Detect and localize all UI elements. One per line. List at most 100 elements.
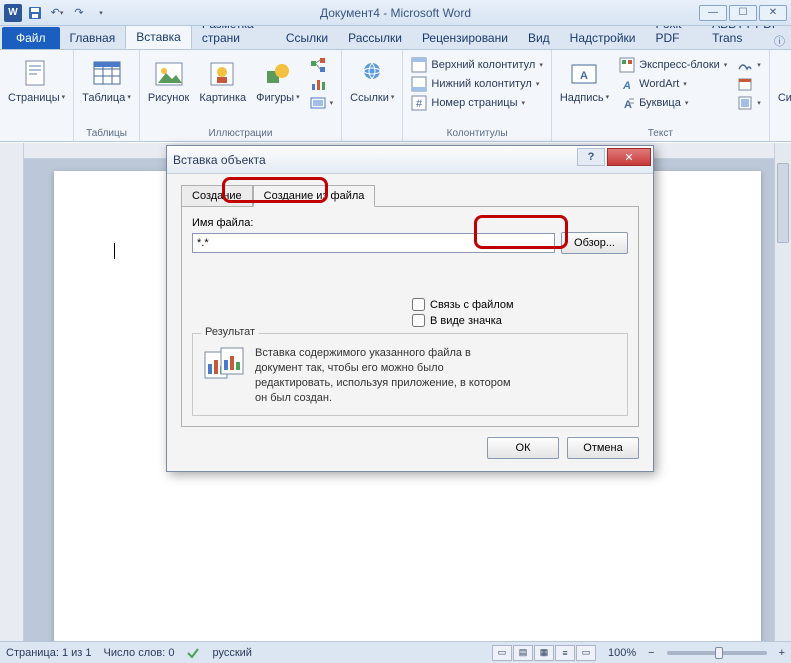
minimize-button[interactable]: — xyxy=(699,5,727,21)
tab-review[interactable]: Рецензировани xyxy=(412,27,518,49)
title-bar: W ↶▾ ↷ ▾ Документ4 - Microsoft Word — ☐ … xyxy=(0,0,791,26)
link-checkbox-input[interactable] xyxy=(412,298,425,311)
tab-insert[interactable]: Вставка xyxy=(125,25,192,49)
zoom-out-button[interactable]: − xyxy=(648,647,654,659)
vertical-scrollbar[interactable] xyxy=(774,143,791,641)
textbox-label: Надпись xyxy=(560,92,604,104)
browse-button[interactable]: Обзор... xyxy=(561,232,628,254)
dialog-close-button[interactable]: ✕ xyxy=(607,148,651,166)
symbols-button[interactable]: Ω Символы▾ xyxy=(776,56,791,106)
svg-text:A: A xyxy=(581,70,589,82)
dialog-help-button[interactable]: ? xyxy=(577,148,605,166)
redo-icon[interactable]: ↷ xyxy=(70,4,88,22)
ribbon-help-icon[interactable]: ⓘ xyxy=(774,33,785,49)
dropcap-button[interactable]: AБуквица ▾ xyxy=(617,94,729,112)
shapes-button[interactable]: Фигуры▾ xyxy=(254,56,301,106)
quick-access-toolbar: W ↶▾ ↷ ▾ xyxy=(0,4,110,22)
filename-input[interactable] xyxy=(192,233,555,253)
tab-addins[interactable]: Надстройки xyxy=(560,27,646,49)
tab-view[interactable]: Вид xyxy=(518,27,560,49)
status-page[interactable]: Страница: 1 из 1 xyxy=(6,647,92,659)
tab-mailings[interactable]: Рассылки xyxy=(338,27,412,49)
zoom-level[interactable]: 100% xyxy=(608,647,636,659)
icon-label: В виде значка xyxy=(430,315,502,327)
scrollbar-thumb[interactable] xyxy=(777,163,789,243)
svg-text:A: A xyxy=(622,80,631,92)
status-words[interactable]: Число слов: 0 xyxy=(104,647,175,659)
header-button[interactable]: Верхний колонтитул ▾ xyxy=(409,56,544,74)
cancel-button[interactable]: Отмена xyxy=(567,437,639,459)
group-symbols: Ω Символы▾ xyxy=(770,50,791,141)
view-outline[interactable]: ≡ xyxy=(555,645,575,661)
dialog-body: Создание Создание из файла Имя файла: Об… xyxy=(167,174,653,471)
smartart-button[interactable] xyxy=(308,56,336,74)
group-headerfooter: Верхний колонтитул ▾ Нижний колонтитул ▾… xyxy=(403,50,551,141)
tab-references[interactable]: Ссылки xyxy=(276,27,338,49)
window-controls: — ☐ ✕ xyxy=(699,5,787,21)
status-proofing-icon[interactable] xyxy=(186,646,200,660)
zoom-slider-thumb[interactable] xyxy=(715,647,723,659)
icon-checkbox-input[interactable] xyxy=(412,314,425,327)
links-button[interactable]: Ссылки▾ xyxy=(348,56,396,106)
undo-icon[interactable]: ↶▾ xyxy=(48,4,66,22)
save-icon[interactable] xyxy=(26,4,44,22)
close-button[interactable]: ✕ xyxy=(759,5,787,21)
result-icon xyxy=(203,346,245,382)
screenshot-button[interactable]: ▾ xyxy=(308,94,336,112)
tab-create-from-file[interactable]: Создание из файла xyxy=(253,185,376,207)
pagenum-label: Номер страницы xyxy=(431,97,517,109)
tab-file[interactable]: Файл xyxy=(2,27,60,49)
dialog-titlebar[interactable]: Вставка объекта ? ✕ xyxy=(167,146,653,174)
footer-label: Нижний колонтитул xyxy=(431,78,531,90)
dialog-tabs: Создание Создание из файла xyxy=(181,184,639,206)
group-pages-label xyxy=(6,126,67,141)
zoom-in-button[interactable]: + xyxy=(779,647,785,659)
wordart-button[interactable]: AWordArt ▾ xyxy=(617,75,729,93)
view-draft[interactable]: ▭ xyxy=(576,645,596,661)
vertical-ruler[interactable] xyxy=(0,143,24,641)
header-icon xyxy=(411,57,427,73)
clipart-button[interactable]: Картинка xyxy=(197,56,248,106)
textbox-button[interactable]: A Надпись▾ xyxy=(558,56,611,106)
qat-customize-icon[interactable]: ▾ xyxy=(92,4,110,22)
filename-label: Имя файла: xyxy=(192,217,628,229)
icon-checkbox[interactable]: В виде значка xyxy=(412,314,628,327)
object-button[interactable]: ▾ xyxy=(735,94,763,112)
shapes-icon xyxy=(262,58,294,90)
picture-icon xyxy=(153,58,185,90)
view-fullscreen[interactable]: ▤ xyxy=(513,645,533,661)
datetime-button[interactable] xyxy=(735,75,763,93)
table-label: Таблица xyxy=(82,92,125,104)
ribbon: Страницы▾ Таблица▾ Таблицы Рисунок Карти… xyxy=(0,50,791,142)
group-links-label xyxy=(348,126,396,141)
pagenum-icon: # xyxy=(411,95,427,111)
dialog-footer: ОК Отмена xyxy=(181,427,639,459)
status-language[interactable]: русский xyxy=(212,647,251,659)
picture-button[interactable]: Рисунок xyxy=(146,56,192,106)
word-app-icon: W xyxy=(4,4,22,22)
pages-button[interactable]: Страницы▾ xyxy=(6,56,67,106)
view-web[interactable]: ▦ xyxy=(534,645,554,661)
chart-button[interactable] xyxy=(308,75,336,93)
smartart-icon xyxy=(310,57,326,73)
svg-text:#: # xyxy=(416,98,423,110)
tab-home[interactable]: Главная xyxy=(60,27,126,49)
object-icon xyxy=(737,95,753,111)
view-print-layout[interactable]: ▭ xyxy=(492,645,512,661)
group-tables: Таблица▾ Таблицы xyxy=(74,50,140,141)
zoom-slider[interactable] xyxy=(667,651,767,655)
table-button[interactable]: Таблица▾ xyxy=(80,56,133,106)
footer-button[interactable]: Нижний колонтитул ▾ xyxy=(409,75,544,93)
quickparts-button[interactable]: Экспресс-блоки ▾ xyxy=(617,56,729,74)
insert-object-dialog: Вставка объекта ? ✕ Создание Создание из… xyxy=(166,145,654,472)
pagenum-button[interactable]: #Номер страницы ▾ xyxy=(409,94,544,112)
ok-button[interactable]: ОК xyxy=(487,437,559,459)
signature-button[interactable]: ▾ xyxy=(735,56,763,74)
links-label: Ссылки xyxy=(350,92,389,104)
group-links: Ссылки▾ xyxy=(342,50,403,141)
chart-icon xyxy=(310,76,326,92)
symbols-label: Символы xyxy=(778,92,791,104)
tab-create-new[interactable]: Создание xyxy=(181,185,253,207)
link-checkbox[interactable]: Связь с файлом xyxy=(412,298,628,311)
maximize-button[interactable]: ☐ xyxy=(729,5,757,21)
